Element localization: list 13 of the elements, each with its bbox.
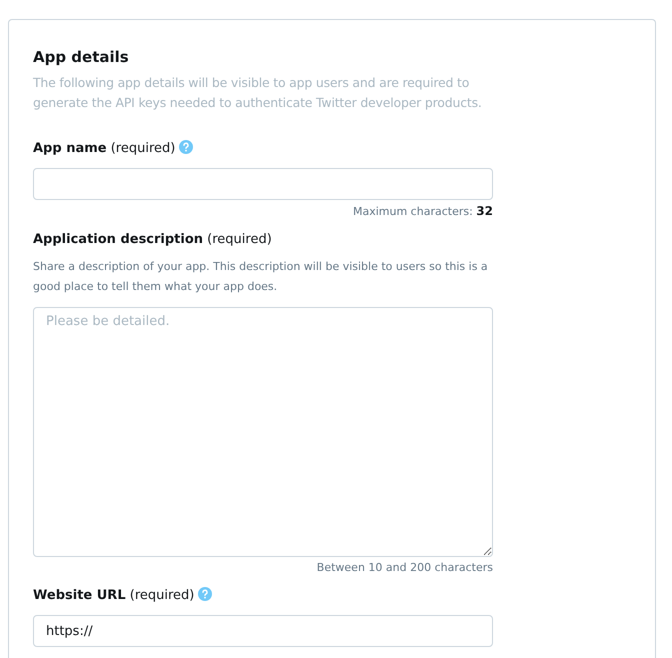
field-label: Application description (required)	[33, 231, 272, 249]
section-description: The following app details will be visible to app users and are required to generate the API keys needed to authenticate Twitter developer products.	[33, 74, 483, 112]
description-textarea[interactable]: Please be detailed.	[33, 307, 493, 557]
input-field[interactable]: https://	[33, 615, 493, 647]
field-description: Share a description of your app. This description will be visible to users so this is a good place to tell them what your app does.	[33, 259, 489, 295]
section-title: App details	[33, 47, 130, 67]
field-label: App name (required)	[33, 140, 176, 158]
input-field[interactable]	[33, 168, 493, 200]
help-icon[interactable]	[179, 140, 194, 154]
field-hint: Maximum characters: 32	[352, 204, 493, 219]
help-icon[interactable]	[198, 587, 212, 601]
field-label: Website URL (required)	[33, 587, 194, 605]
field-hint: Between 10 and 200 characters	[316, 561, 493, 575]
